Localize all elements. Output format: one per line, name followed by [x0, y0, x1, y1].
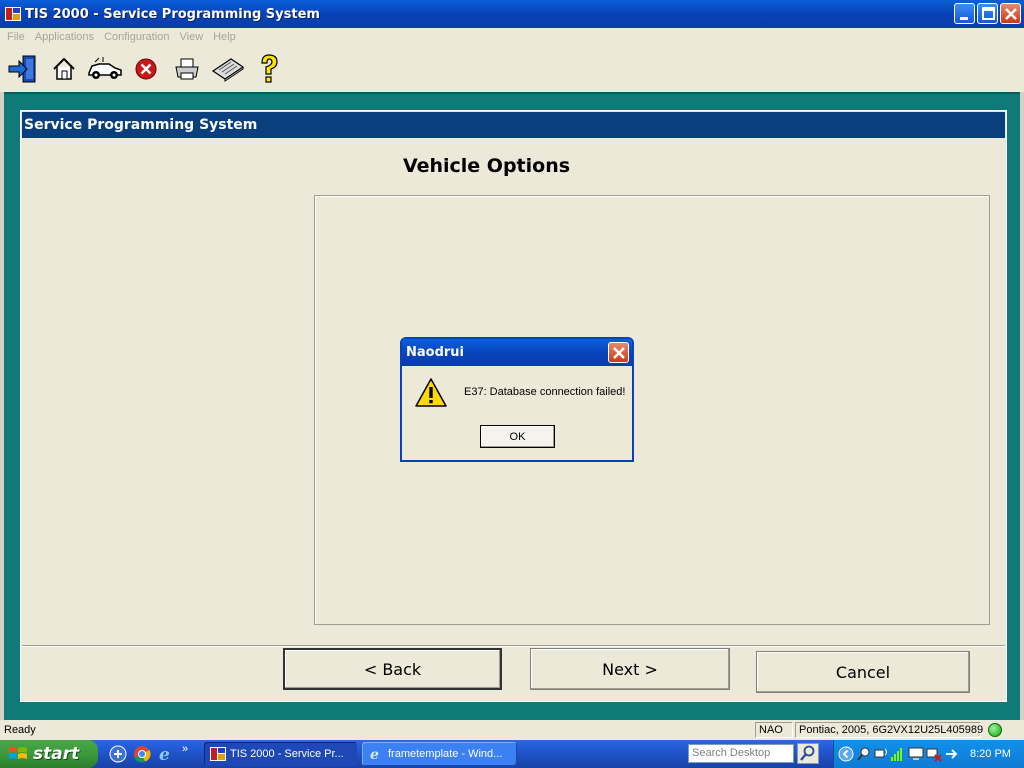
dialog-titlebar: Naodrui: [402, 339, 632, 366]
status-text: Ready: [4, 724, 36, 736]
app-icon: [210, 747, 226, 761]
network-disconnected-icon[interactable]: [926, 746, 942, 762]
connection-status-indicator: [988, 723, 1002, 737]
cancel-button[interactable]: Cancel: [756, 651, 970, 693]
menu-configuration[interactable]: Configuration: [99, 31, 174, 43]
svg-text:e: e: [370, 747, 379, 762]
menu-view[interactable]: View: [175, 31, 209, 43]
start-label: start: [33, 744, 80, 764]
dialog-ok-label: OK: [509, 430, 526, 443]
menu-applications[interactable]: Applications: [30, 31, 99, 43]
status-bar: Ready NAO Pontiac, 2005, 6G2VX12U25L4059…: [0, 720, 1024, 740]
signal-strength-icon[interactable]: [890, 746, 906, 762]
close-button[interactable]: [1000, 3, 1021, 24]
chrome-icon[interactable]: [132, 744, 152, 764]
taskbar-item-frametemplate[interactable]: e frametemplate - Wind...: [362, 742, 517, 766]
maximize-icon: [982, 7, 995, 20]
window-title: TIS 2000 - Service Programming System: [25, 6, 320, 22]
minimize-icon: [960, 17, 968, 20]
exit-button[interactable]: [4, 50, 42, 88]
search-tray-icon[interactable]: [856, 746, 872, 762]
back-button[interactable]: < Back: [283, 648, 502, 690]
search-desktop-button[interactable]: [797, 743, 819, 764]
clock[interactable]: 8:20 PM: [970, 748, 1011, 760]
home-button[interactable]: [45, 50, 83, 88]
usb-icon[interactable]: [944, 746, 960, 762]
svg-text:e: e: [159, 745, 170, 764]
stop-button[interactable]: [127, 50, 165, 88]
toolbar: [0, 46, 1024, 92]
vehicle-button[interactable]: [86, 50, 124, 88]
internet-explorer-icon: e: [370, 747, 379, 762]
search-desktop-input[interactable]: Search Desktop: [688, 744, 794, 763]
dialog-ok-button[interactable]: OK: [480, 425, 555, 448]
dialog-close-button[interactable]: [608, 342, 629, 363]
home-icon: [53, 57, 75, 80]
print-icon: [175, 58, 199, 80]
keyboard-button[interactable]: [209, 50, 247, 88]
monitor-icon[interactable]: [908, 746, 924, 762]
maximize-button[interactable]: [977, 3, 998, 24]
network-icon[interactable]: [874, 746, 890, 762]
dialog-title: Naodrui: [406, 345, 465, 360]
close-icon: [613, 347, 625, 359]
stop-icon: [135, 58, 157, 80]
close-icon: [1005, 8, 1017, 20]
tray-expand-icon[interactable]: [838, 746, 854, 762]
minimize-button[interactable]: [954, 3, 975, 24]
taskbar-item-label: frametemplate - Wind...: [388, 748, 503, 760]
windows-logo-icon: [9, 747, 27, 759]
next-button-label: Next >: [602, 659, 658, 679]
divider: [22, 645, 1005, 647]
help-icon: [261, 54, 278, 83]
app-icon: [5, 7, 21, 21]
window-titlebar: TIS 2000 - Service Programming System: [0, 0, 1024, 28]
keyboard-icon: [211, 58, 245, 82]
taskbar: start e » TIS 2000 - Service Pr... e fra…: [0, 740, 1024, 768]
menu-help[interactable]: Help: [208, 31, 241, 43]
warning-icon: [415, 378, 447, 407]
back-button-label: < Back: [363, 659, 422, 679]
exit-icon: [8, 55, 36, 83]
panel-header: Service Programming System: [22, 112, 1005, 138]
next-button[interactable]: Next >: [530, 648, 730, 690]
vehicle-icon: [88, 57, 122, 79]
taskbar-item-tis[interactable]: TIS 2000 - Service Pr...: [204, 742, 357, 766]
status-region: NAO: [755, 722, 793, 738]
error-dialog: Naodrui E37: Database connection failed!…: [400, 337, 634, 462]
help-button[interactable]: [250, 50, 288, 88]
menu-file[interactable]: File: [2, 31, 30, 43]
internet-explorer-icon[interactable]: e: [156, 744, 176, 764]
system-tray: 8:20 PM: [833, 740, 1024, 768]
start-button[interactable]: start: [0, 740, 98, 768]
status-vehicle: Pontiac, 2005, 6G2VX12U25L405989: [795, 722, 983, 738]
dialog-message: E37: Database connection failed!: [464, 386, 626, 398]
cancel-button-label: Cancel: [835, 662, 891, 682]
page-title: Vehicle Options: [402, 155, 571, 177]
taskbar-item-label: TIS 2000 - Service Pr...: [230, 748, 344, 760]
menu-bar: File Applications Configuration View Hel…: [0, 28, 1024, 46]
search-icon: [800, 745, 815, 761]
print-button[interactable]: [168, 50, 206, 88]
quicklaunch-app-icon[interactable]: [108, 744, 128, 764]
quicklaunch-overflow-icon[interactable]: »: [182, 743, 188, 755]
